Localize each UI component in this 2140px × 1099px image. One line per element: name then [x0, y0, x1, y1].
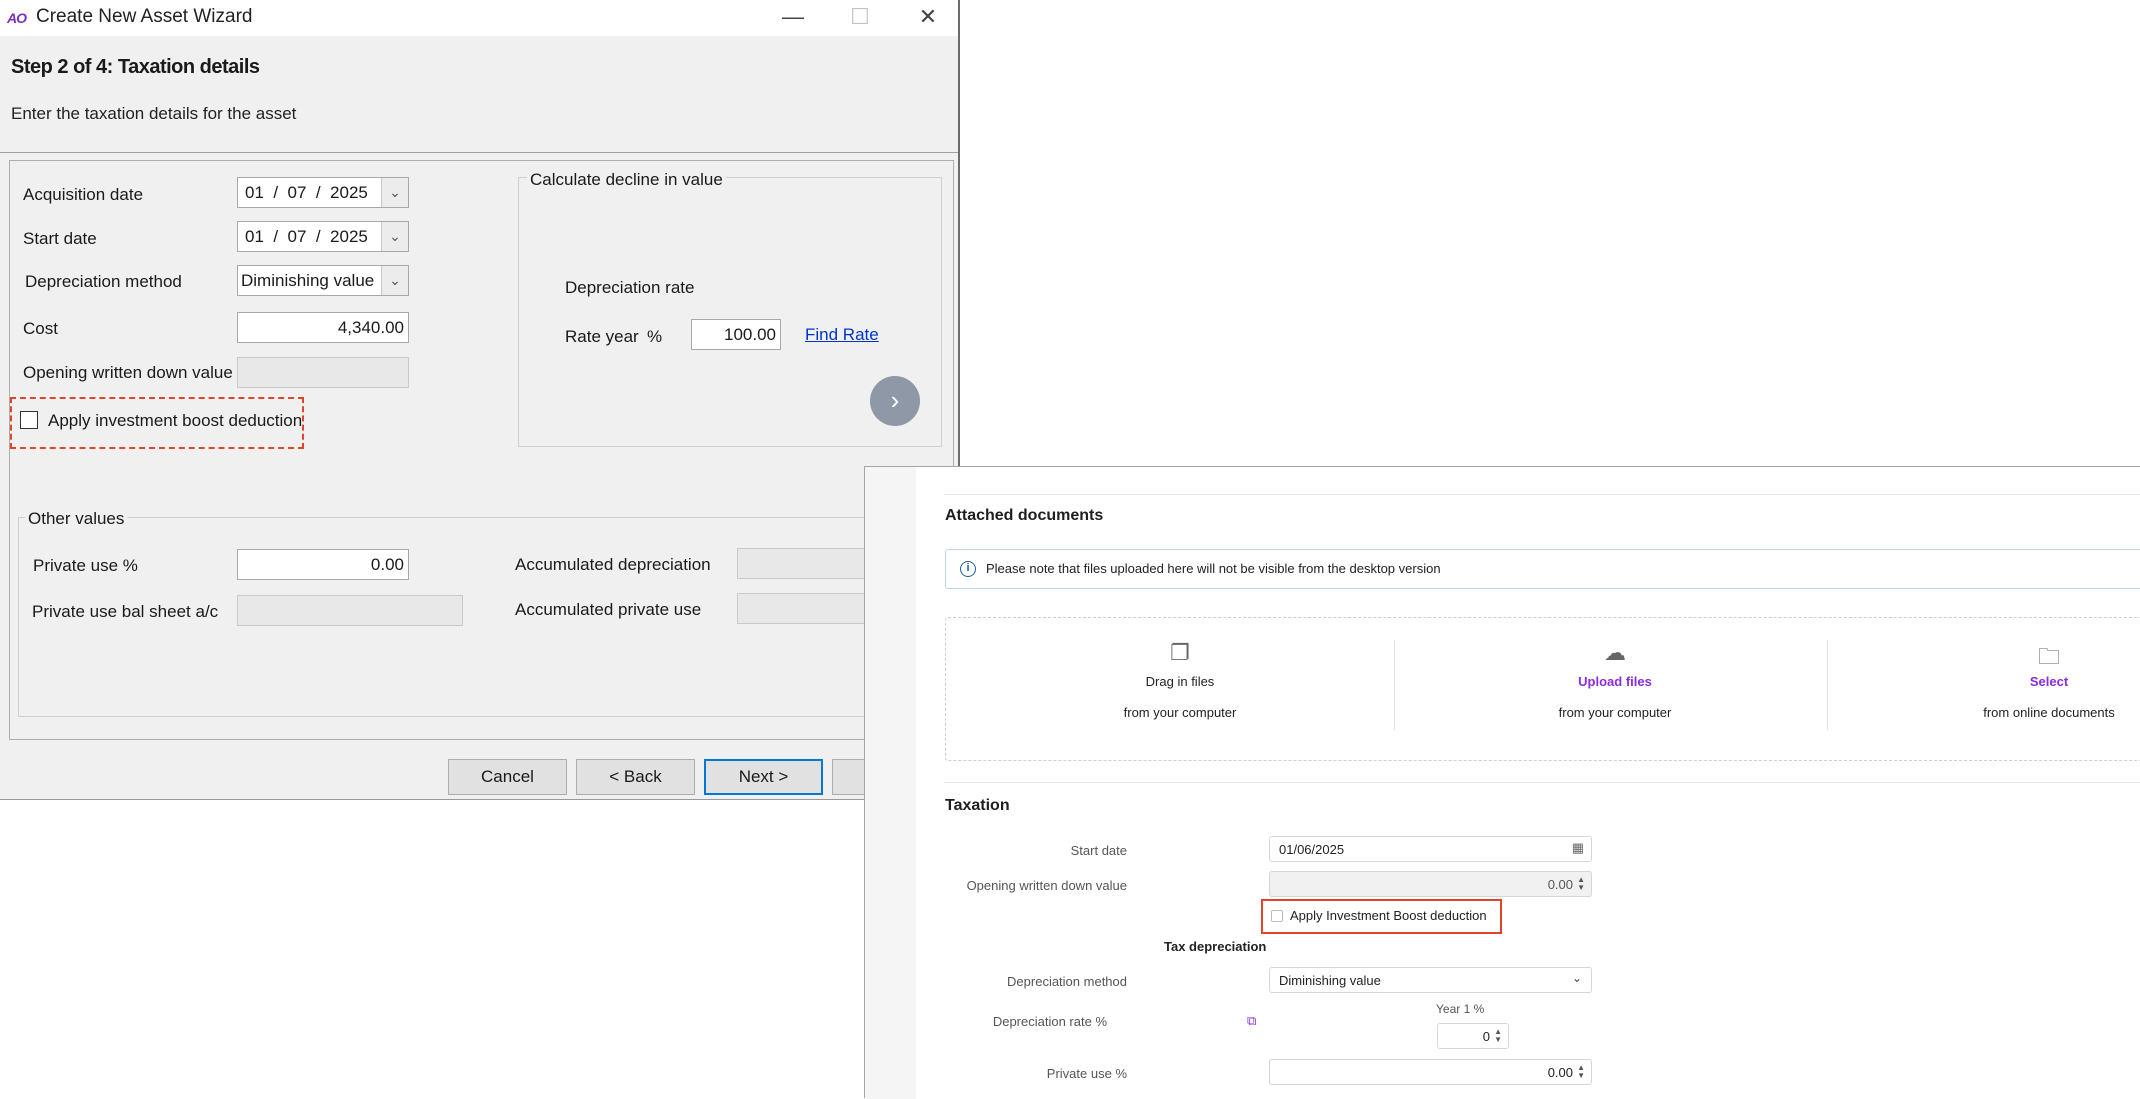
- opening-wdv-label: Opening written down value: [966, 878, 1127, 893]
- step-subtitle: Enter the taxation details for the asset: [11, 104, 297, 123]
- stepper-icon: ▲ ▼: [1577, 875, 1585, 892]
- select-online-option[interactable]: 🗀 Select from online documents: [1899, 640, 2140, 720]
- private-use-label: Private use %: [1046, 1066, 1127, 1081]
- option-divider: [1394, 640, 1395, 730]
- depreciation-method-select[interactable]: Diminishing value ⌄: [1269, 967, 1592, 993]
- private-use-label: Private use %: [33, 556, 138, 575]
- external-link-icon[interactable]: ⧉: [1247, 1013, 1256, 1029]
- close-icon[interactable]: ✕: [908, 4, 948, 30]
- investment-boost-label[interactable]: Apply investment boost deduction: [48, 411, 302, 431]
- year1-rate-input[interactable]: 0 ▲ ▼: [1437, 1023, 1509, 1049]
- start-date-label: Start date: [1070, 843, 1127, 858]
- accumulated-private-use-label: Accumulated private use: [515, 600, 702, 619]
- drag-files-option[interactable]: ❐ Drag in files from your computer: [1030, 640, 1330, 720]
- investment-boost-checkbox[interactable]: [1271, 910, 1283, 922]
- depreciation-method-label: Depreciation method: [1007, 974, 1127, 989]
- asset-wizard-window: AO Create New Asset Wizard — ☐ ✕ Step 2 …: [0, 0, 960, 800]
- upload-files-option[interactable]: ☁ Upload files from your computer: [1465, 640, 1765, 720]
- cancel-button[interactable]: Cancel: [448, 759, 567, 795]
- cloud-upload-icon: ☁: [1604, 640, 1626, 665]
- rate-percent-unit: %: [647, 327, 663, 346]
- chevron-down-icon[interactable]: ⌄: [381, 178, 408, 207]
- start-date-label: Start date: [23, 229, 97, 248]
- private-use-input[interactable]: 0.00 ▲ ▼: [1269, 1059, 1592, 1085]
- maximize-icon: ☐: [850, 4, 870, 29]
- minimize-icon[interactable]: —: [773, 4, 813, 30]
- window-title: Create New Asset Wizard: [36, 6, 253, 27]
- investment-boost-checkbox[interactable]: [20, 411, 38, 429]
- chevron-down-icon[interactable]: ⌄: [381, 266, 408, 295]
- opening-wdv-label: Opening written down value: [23, 363, 233, 382]
- private-use-bal-input: [237, 595, 463, 626]
- section-divider: [945, 494, 2140, 495]
- start-date-input[interactable]: 01/06/2025 ▦: [1269, 836, 1592, 862]
- other-values-title: Other values: [25, 509, 128, 529]
- attached-documents-title: Attached documents: [945, 507, 1104, 524]
- back-button[interactable]: < Back: [576, 759, 695, 795]
- header-divider: [0, 152, 958, 153]
- rate-year-input[interactable]: 100.00: [691, 319, 781, 350]
- acquisition-date-label: Acquisition date: [23, 185, 144, 204]
- web-asset-panel: Attached documents i Please note that fi…: [864, 466, 2140, 1099]
- wizard-body: Acquisition date 01 / 07 / 2025 ⌄ Start …: [9, 160, 954, 740]
- next-button[interactable]: Next >: [704, 759, 823, 795]
- opening-wdv-input: 0.00 ▲ ▼: [1269, 871, 1592, 897]
- acquisition-date-picker[interactable]: 01 / 07 / 2025 ⌄: [237, 177, 409, 208]
- chevron-right-icon[interactable]: ›: [870, 376, 920, 426]
- depreciation-method-label: Depreciation method: [25, 272, 182, 291]
- taxation-title: Taxation: [945, 797, 1010, 814]
- folder-icon: 🗀: [2037, 644, 2060, 669]
- year1-label: Year 1 %: [1436, 1002, 1485, 1016]
- accumulated-depreciation-label: Accumulated depreciation: [515, 555, 711, 574]
- step-title: Step 2 of 4: Taxation details: [11, 56, 260, 78]
- stepper-icon[interactable]: ▲ ▼: [1577, 1064, 1585, 1080]
- document-drop-zone[interactable]: ❐ Drag in files from your computer ☁ Upl…: [945, 617, 2140, 761]
- chevron-down-icon[interactable]: ⌄: [381, 222, 408, 251]
- decline-group-title: Calculate decline in value: [527, 170, 726, 190]
- calendar-icon[interactable]: ▦: [1572, 840, 1584, 856]
- depreciation-rate-label: Depreciation rate %: [992, 1014, 1107, 1029]
- option-divider: [1827, 640, 1828, 730]
- tax-depreciation-heading: Tax depreciation: [1164, 939, 1267, 954]
- find-rate-link[interactable]: Find Rate: [805, 325, 879, 345]
- opening-wdv-input: [237, 357, 409, 388]
- start-date-picker[interactable]: 01 / 07 / 2025 ⌄: [237, 221, 409, 252]
- desktop-notice: i Please note that files uploaded here w…: [945, 549, 2140, 589]
- depreciation-rate-heading: Depreciation rate: [565, 278, 695, 297]
- section-divider: [945, 782, 2140, 783]
- private-use-input[interactable]: 0.00: [237, 549, 409, 580]
- notice-text: Please note that files uploaded here wil…: [986, 561, 1441, 576]
- chevron-down-icon[interactable]: ⌄: [1572, 971, 1582, 985]
- window-title-bar: AO Create New Asset Wizard — ☐ ✕: [0, 0, 958, 36]
- stepper-icon[interactable]: ▲ ▼: [1494, 1028, 1502, 1044]
- rate-year-label: Rate year: [565, 327, 639, 346]
- info-icon: i: [960, 561, 976, 577]
- app-logo: AO: [7, 10, 27, 26]
- cost-label: Cost: [23, 319, 58, 338]
- depreciation-method-select[interactable]: Diminishing value ⌄: [237, 265, 409, 296]
- files-icon: ❐: [1170, 640, 1190, 665]
- web-sidebar: [865, 467, 916, 1099]
- investment-boost-label[interactable]: Apply Investment Boost deduction: [1290, 908, 1487, 923]
- wizard-header: Step 2 of 4: Taxation details Enter the …: [0, 36, 958, 152]
- cost-input[interactable]: 4,340.00: [237, 312, 409, 343]
- private-use-bal-label: Private use bal sheet a/c: [32, 602, 219, 621]
